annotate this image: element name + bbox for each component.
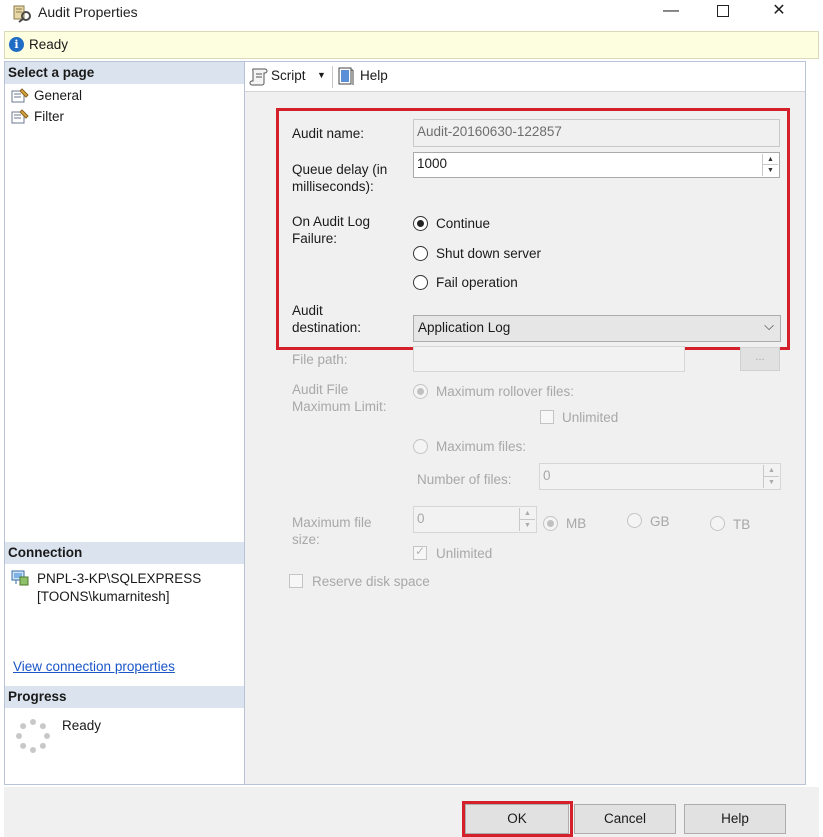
cancel-button[interactable]: Cancel	[574, 804, 676, 834]
gb-label[interactable]: GB	[650, 513, 670, 530]
tb-radio[interactable]	[710, 516, 725, 531]
script-button[interactable]: Script	[271, 68, 306, 83]
progress-spinner-icon	[16, 719, 50, 753]
close-button[interactable]: ✕	[756, 0, 802, 24]
mb-label[interactable]: MB	[566, 515, 586, 532]
max-file-size-label-line2: size:	[292, 532, 320, 547]
script-dropdown-icon[interactable]: ▼	[317, 70, 326, 80]
reserve-disk-space-label[interactable]: Reserve disk space	[312, 573, 430, 590]
toolbar-separator	[332, 66, 333, 88]
connection-user: [TOONS\kumarnitesh]	[37, 589, 170, 604]
title-bar: Audit Properties — ✕	[0, 0, 823, 28]
view-connection-properties-link[interactable]: View connection properties	[13, 659, 175, 674]
right-pane: Script ▼ Help Audit name: Audit-20160630…	[245, 61, 806, 785]
file-path-field[interactable]	[413, 346, 685, 372]
number-of-files-stepper[interactable]: 0 ▲ ▼	[539, 463, 781, 490]
max-files-radio[interactable]	[413, 439, 428, 454]
max-files-label[interactable]: Maximum files:	[436, 438, 526, 455]
max-file-size-label: Maximum file size:	[292, 514, 372, 548]
page-item-label: Filter	[34, 109, 64, 124]
number-of-files-label: Number of files:	[417, 472, 512, 487]
mb-radio[interactable]	[543, 516, 558, 531]
button-bar: OK Cancel Help	[4, 787, 819, 837]
minimize-button[interactable]: —	[648, 0, 694, 24]
page-item-general[interactable]: General	[11, 86, 82, 106]
size-unlimited-checkbox[interactable]	[413, 544, 427, 560]
max-file-size-label-line1: Maximum file	[292, 515, 372, 530]
max-limit-label-line2: Maximum Limit:	[292, 399, 387, 414]
connection-server: PNPL-3-KP\SQLEXPRESS	[37, 571, 202, 586]
progress-text: Ready	[62, 718, 102, 733]
max-limit-label-line1: Audit File	[292, 382, 349, 397]
status-text: Ready	[29, 37, 69, 52]
status-bar: i Ready	[4, 31, 819, 59]
close-icon: ✕	[772, 2, 786, 19]
max-limit-label: Audit File Maximum Limit:	[292, 381, 387, 415]
number-of-files-spin[interactable]: ▲ ▼	[763, 465, 779, 488]
wrench-page-icon	[11, 88, 29, 103]
tb-label[interactable]: TB	[733, 516, 750, 533]
file-path-label: File path:	[292, 352, 348, 367]
spin-down-icon[interactable]: ▼	[520, 520, 535, 532]
spin-up-icon[interactable]: ▲	[764, 465, 779, 477]
maximize-button[interactable]	[700, 0, 746, 24]
max-rollover-label[interactable]: Maximum rollover files:	[436, 383, 574, 400]
page-item-label: General	[34, 88, 83, 103]
max-file-size-stepper[interactable]: 0 ▲ ▼	[413, 506, 537, 533]
gb-radio[interactable]	[627, 513, 642, 528]
number-of-files-value: 0	[543, 468, 551, 483]
spin-up-icon[interactable]: ▲	[520, 508, 535, 520]
window-title: Audit Properties	[38, 4, 138, 20]
size-unlimited-label[interactable]: Unlimited	[436, 545, 492, 562]
toolbar: Script ▼ Help	[245, 62, 805, 92]
progress-header: Progress	[5, 686, 244, 708]
max-file-size-spin[interactable]: ▲ ▼	[519, 508, 535, 531]
connection-info: PNPL-3-KP\SQLEXPRESS [TOONS\kumarnitesh]	[37, 570, 201, 606]
max-file-size-value: 0	[417, 511, 425, 526]
minimize-icon: —	[663, 2, 679, 19]
connection-header: Connection	[5, 542, 244, 564]
left-pane: Select a page General Filter Connection …	[4, 61, 245, 785]
server-connection-icon	[11, 570, 29, 586]
page-item-filter[interactable]: Filter	[11, 107, 64, 127]
help-button[interactable]: Help	[684, 804, 786, 834]
reserve-disk-space-checkbox[interactable]	[289, 574, 303, 588]
wrench-page-icon	[11, 109, 29, 124]
max-rollover-radio[interactable]	[413, 384, 428, 399]
select-page-header: Select a page	[5, 62, 244, 84]
highlight-box	[276, 108, 790, 350]
audit-app-icon	[13, 5, 31, 23]
help-book-icon[interactable]	[338, 67, 354, 86]
ok-highlight-box	[462, 801, 573, 837]
rollover-unlimited-checkbox[interactable]	[540, 410, 554, 424]
maximize-icon	[717, 5, 729, 17]
spin-down-icon[interactable]: ▼	[764, 477, 779, 489]
rollover-unlimited-label[interactable]: Unlimited	[562, 409, 618, 426]
script-icon[interactable]	[249, 67, 269, 86]
info-icon: i	[9, 37, 24, 52]
browse-button[interactable]: ...	[740, 347, 780, 371]
help-toolbar-button[interactable]: Help	[360, 68, 388, 83]
